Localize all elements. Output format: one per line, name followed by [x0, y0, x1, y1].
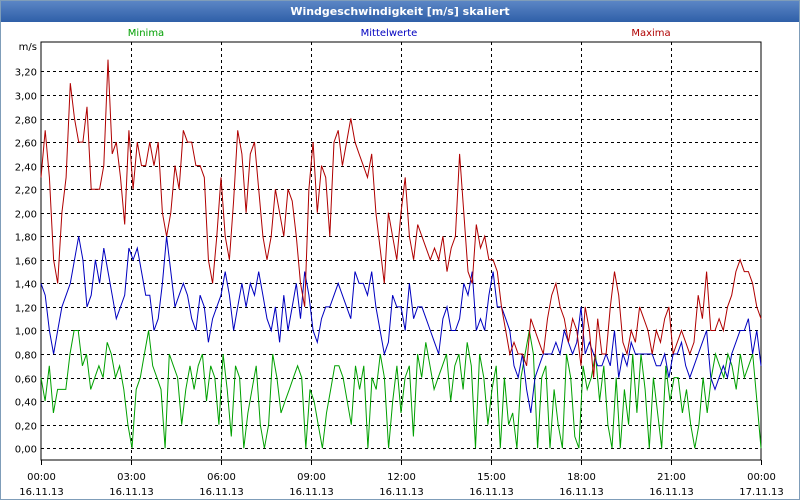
- y-tick-label: 3,20: [15, 68, 37, 79]
- chart-window: Windgeschwindigkeit [m/s] skaliert 0,00 0…: [0, 0, 800, 500]
- legend-entry-maxima: Maxima: [631, 28, 670, 39]
- chart-title: Windgeschwindigkeit [m/s] skaliert: [1, 1, 799, 22]
- y-tick-label: 2,00: [15, 210, 37, 221]
- y-tick-label: 0,00: [15, 445, 37, 456]
- x-tick-time: 21:00: [657, 472, 686, 483]
- x-tick-time: 18:00: [567, 472, 596, 483]
- y-tick-label: 1,00: [15, 327, 37, 338]
- x-tick-date: 16.11.13: [649, 487, 694, 498]
- x-tick-time: 15:00: [477, 472, 506, 483]
- legend-entry-mittelwerte: Mittelwerte: [361, 28, 418, 39]
- y-tick-label: 3,00: [15, 92, 37, 103]
- y-tick-label: 2,60: [15, 139, 37, 150]
- wind-speed-chart: 0,00 0,20 0,40 0,60 0,80 1,00 1,20 1,40 1,60 1,80…: [15, 28, 784, 498]
- y-tick-label: 2,80: [15, 116, 37, 127]
- x-tick-date: 16.11.13: [379, 487, 424, 498]
- y-axis: 0,00 0,20 0,40 0,60 0,80 1,00 1,20 1,40 1,60 1,80…: [15, 42, 37, 456]
- y-tick-label: 0,20: [15, 422, 37, 433]
- x-tick-date: 16.11.13: [289, 487, 334, 498]
- grid: [40, 41, 762, 461]
- x-tick-time: 09:00: [297, 472, 326, 483]
- x-axis: 00:00 16.11.13 03:00 16.11.13 06:00 16.11.13 0…: [19, 460, 784, 498]
- legend-entry-minima: Minima: [128, 28, 164, 39]
- x-tick-date: 16.11.13: [469, 487, 514, 498]
- x-tick-date: 16.11.13: [109, 487, 154, 498]
- y-tick-label: 0,40: [15, 398, 37, 409]
- y-tick-label: 1,20: [15, 304, 37, 315]
- y-tick-label: 2,40: [15, 163, 37, 174]
- y-tick-label: 1,60: [15, 257, 37, 268]
- y-tick-label: 0,80: [15, 351, 37, 362]
- x-tick-time: 00:00: [27, 472, 56, 483]
- y-tick-label: 1,80: [15, 233, 37, 244]
- x-tick-date: 16.11.13: [199, 487, 244, 498]
- x-tick-time: 00:00: [747, 472, 776, 483]
- x-tick-date: 16.11.13: [19, 487, 64, 498]
- y-tick-label: 0,60: [15, 375, 37, 386]
- y-tick-label: 1,40: [15, 280, 37, 291]
- x-tick-date: 17.11.13: [739, 487, 784, 498]
- y-tick-label: 2,20: [15, 186, 37, 197]
- legend: Minima Mittelwerte Maxima: [128, 28, 671, 39]
- y-axis-unit-label: m/s: [19, 42, 37, 53]
- x-tick-time: 03:00: [117, 472, 146, 483]
- x-tick-time: 06:00: [207, 472, 236, 483]
- x-tick-time: 12:00: [387, 472, 416, 483]
- x-tick-date: 16.11.13: [559, 487, 604, 498]
